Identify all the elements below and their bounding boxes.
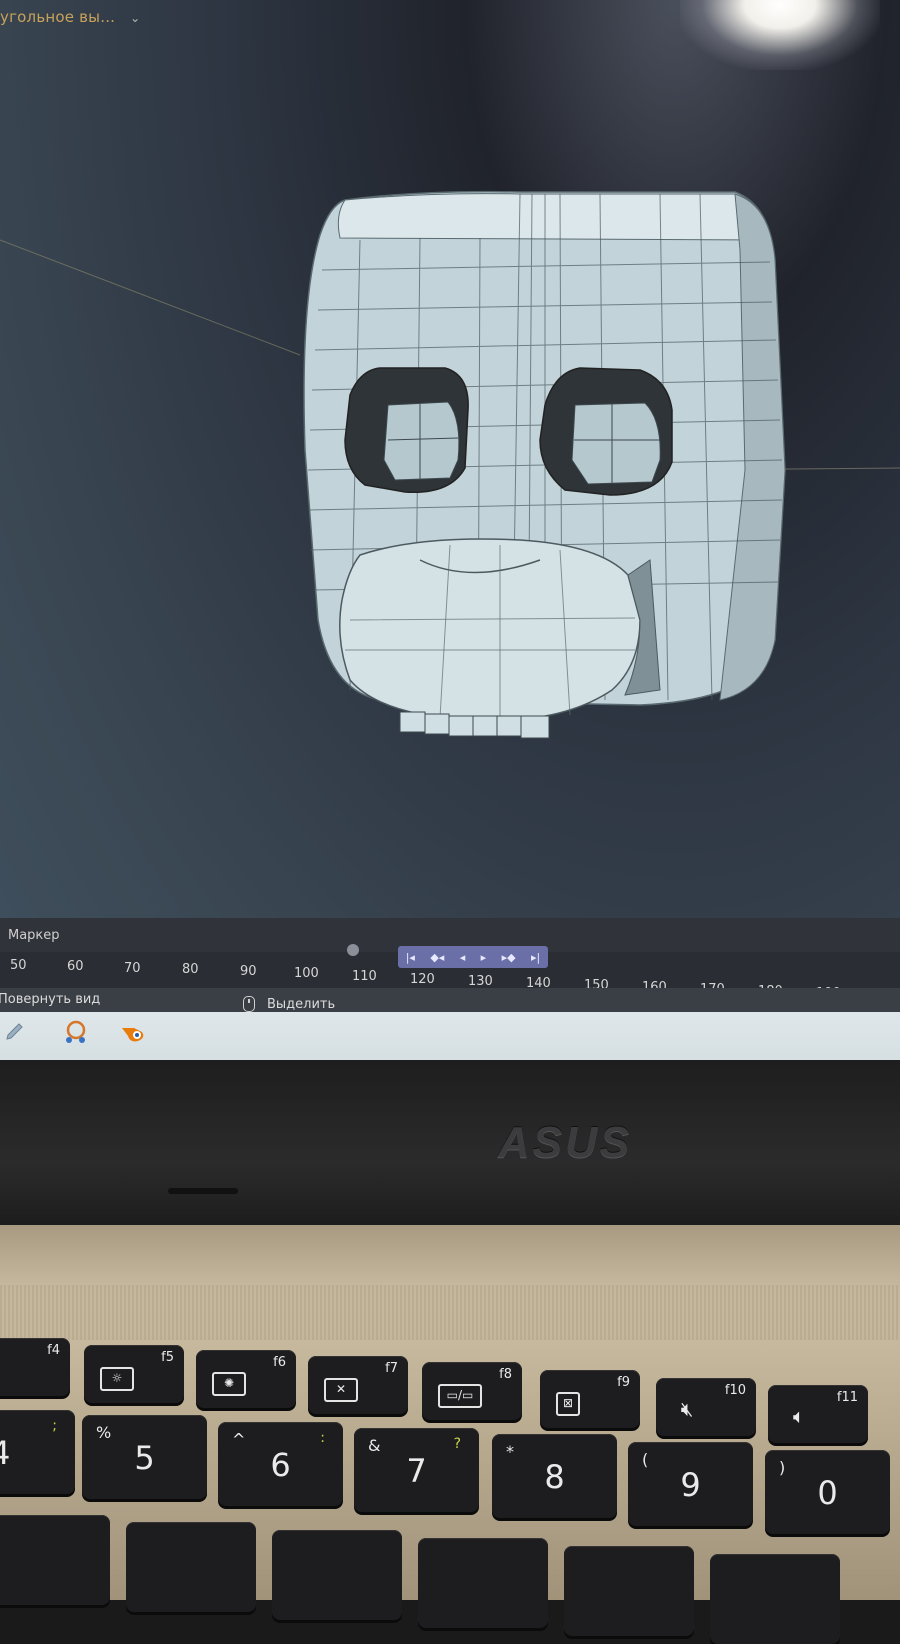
deck-texture [0,1285,900,1340]
axis-line [0,239,301,356]
key-char: 5 [134,1439,155,1477]
volume-down-icon: 🔈︎ [793,1404,805,1428]
fn-label: f6 [273,1355,286,1370]
mouse-icon [243,996,255,1012]
head-mesh [303,190,786,739]
display-switch-icon: ▭/▭ [438,1384,482,1408]
mute-icon: 🔇︎ [680,1397,694,1421]
frame-tick: 120 [410,972,435,987]
screen-bezel [0,1060,900,1230]
touchpad-icon: ⊠ [556,1392,580,1416]
key-f8[interactable]: f8 ▭/▭ [422,1362,522,1420]
key-f11[interactable]: f11 🔈︎ [768,1385,868,1443]
frame-tick: 60 [67,959,84,974]
key-char: 8 [544,1458,565,1496]
fn-label: f8 [499,1367,512,1382]
key-row3-4[interactable] [418,1538,548,1628]
key-f4[interactable]: f4 [0,1338,70,1396]
teeth [399,711,550,739]
fn-label: f5 [161,1350,174,1365]
frame-tick: 130 [468,974,493,989]
brand-logo: ASUS [498,1118,633,1167]
key-5[interactable]: % 5 [82,1415,207,1499]
key-char: 7 [406,1452,427,1490]
key-0[interactable]: ) 0 [765,1450,890,1534]
fn-label: f11 [836,1390,858,1405]
blender-icon[interactable] [120,1020,148,1044]
frame-tick: 90 [240,964,257,979]
key-f6[interactable]: f6 ✺ [196,1350,296,1408]
key-row3-5[interactable] [564,1546,694,1636]
key-row3-2[interactable] [126,1522,256,1612]
brightness-up-icon: ✺ [212,1372,246,1396]
keyframe-record-icon[interactable] [347,944,359,956]
frame-tick: 80 [182,962,199,977]
hinge-slot [168,1188,238,1194]
fn-label: f9 [617,1375,630,1390]
key-char: 0 [817,1474,838,1512]
key-4[interactable]: 4 ; [0,1410,75,1494]
frame-tick: 100 [294,966,319,981]
fn-label: f4 [47,1343,60,1358]
key-row3-1[interactable] [0,1515,110,1605]
brightness-down-icon: ☼ [100,1367,134,1391]
frame-tick: 50 [10,958,27,973]
share-icon[interactable] [62,1018,90,1046]
key-row3-3[interactable] [272,1530,402,1620]
key-f10[interactable]: f10 🔇︎ [656,1378,756,1436]
frame-tick: 70 [124,961,141,976]
fn-label: f10 [724,1383,746,1398]
key-7[interactable]: & ? 7 [354,1428,479,1512]
status-select: Выделить [243,996,335,1012]
marker-menu[interactable]: Маркер [8,928,60,943]
key-6[interactable]: ^ : 6 [218,1422,343,1506]
key-f5[interactable]: f5 ☼ [84,1345,184,1403]
key-char: 9 [680,1466,701,1504]
laptop-screen: угольное вы... ⌄ Маркер |◂ ◆◂ ◂ ▸ ▸◆ ▸| … [0,0,900,1100]
key-f7[interactable]: f7 ✕ [308,1356,408,1414]
fn-label: f7 [385,1361,398,1376]
key-8[interactable]: * 8 [492,1434,617,1518]
key-char: 4 [0,1434,11,1472]
key-row3-6[interactable] [710,1554,840,1644]
display-off-icon: ✕ [324,1378,358,1402]
status-select-label: Выделить [267,996,336,1012]
muzzle [339,538,641,722]
key-char: 6 [270,1446,291,1484]
status-rotate-view: Повернуть вид [0,992,101,1007]
key-alt-char: : [320,1430,325,1446]
key-f9[interactable]: f9 ⊠ [540,1370,640,1428]
frame-tick: 110 [352,969,377,984]
key-alt-char: ? [453,1436,461,1452]
viewport-3d[interactable] [0,0,900,920]
pen-icon[interactable] [4,1020,26,1042]
key-9[interactable]: ( 9 [628,1442,753,1526]
key-alt-char: ; [52,1418,57,1434]
